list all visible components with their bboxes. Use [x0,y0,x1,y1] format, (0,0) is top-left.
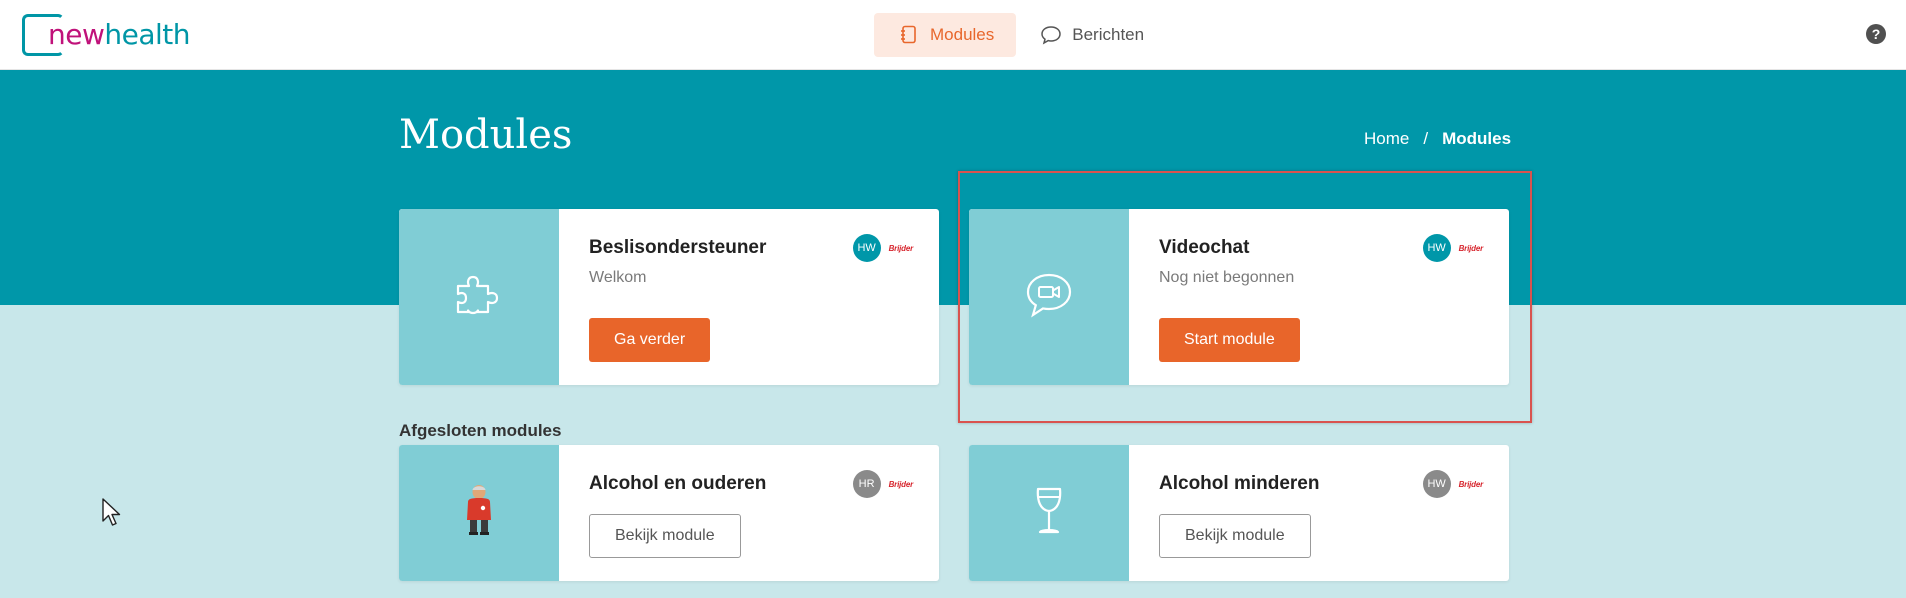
bekijk-module-button[interactable]: Bekijk module [1159,514,1311,558]
notebook-icon [898,24,920,46]
closed-modules-heading: Afgesloten modules [399,421,562,440]
card-badges: HW Brijder [1422,470,1484,498]
brijder-logo: Brijder [888,479,914,489]
avatar: HR [852,470,881,498]
nav-item-modules[interactable]: Modules [874,13,1017,57]
card-body: Alcohol minderen HW Brijder Bekijk modul… [1129,445,1509,581]
card-body: Beslisondersteuner Welkom HW Brijder Ga … [559,209,939,385]
nav-label-berichten: Berichten [1072,25,1145,44]
page-title: Modules [399,112,573,158]
card-badges: HR Brijder [852,470,914,498]
brijder-logo: Brijder [1458,479,1484,489]
mouse-cursor-icon [102,498,122,533]
elderly-man-illustration [461,484,497,543]
module-card-alcohol-minderen[interactable]: Alcohol minderen HW Brijder Bekijk modul… [969,445,1509,581]
avatar: HW [852,234,881,262]
main-nav: Modules Berichten [874,13,1166,57]
nav-item-berichten[interactable]: Berichten [1016,13,1166,57]
card-badges: HW Brijder [852,234,914,262]
nav-label-modules: Modules [930,25,995,44]
module-card-alcohol-en-ouderen[interactable]: Alcohol en ouderen HR Brijder Bekijk mod… [399,445,939,581]
module-card-beslisondersteuner[interactable]: Beslisondersteuner Welkom HW Brijder Ga … [399,209,939,385]
card-body: Alcohol en ouderen HR Brijder Bekijk mod… [559,445,939,581]
help-icon[interactable]: ? [1866,24,1886,44]
breadcrumb-separator: / [1423,129,1429,148]
breadcrumb-home[interactable]: Home [1364,129,1409,149]
breadcrumb-current: Modules [1442,129,1512,148]
brijder-logo: Brijder [888,243,914,253]
speech-bubble-icon [1040,24,1062,46]
avatar: HW [1422,470,1451,498]
hero-banner [0,70,1906,305]
newhealth-logo[interactable]: newhealth [22,14,191,56]
puzzle-icon [452,272,506,323]
card-media [969,445,1129,581]
wine-glass-icon [1033,486,1065,541]
highlight-box [958,171,1532,423]
logo-text: newhealth [48,18,191,51]
bekijk-module-button[interactable]: Bekijk module [589,514,741,558]
card-media [399,445,559,581]
breadcrumb: Home / Modules [1364,129,1511,149]
card-subtitle: Welkom [589,269,647,286]
top-navbar: newhealth Modules Berichten ? [0,0,1906,70]
card-media [399,209,559,385]
ga-verder-button[interactable]: Ga verder [589,318,711,362]
